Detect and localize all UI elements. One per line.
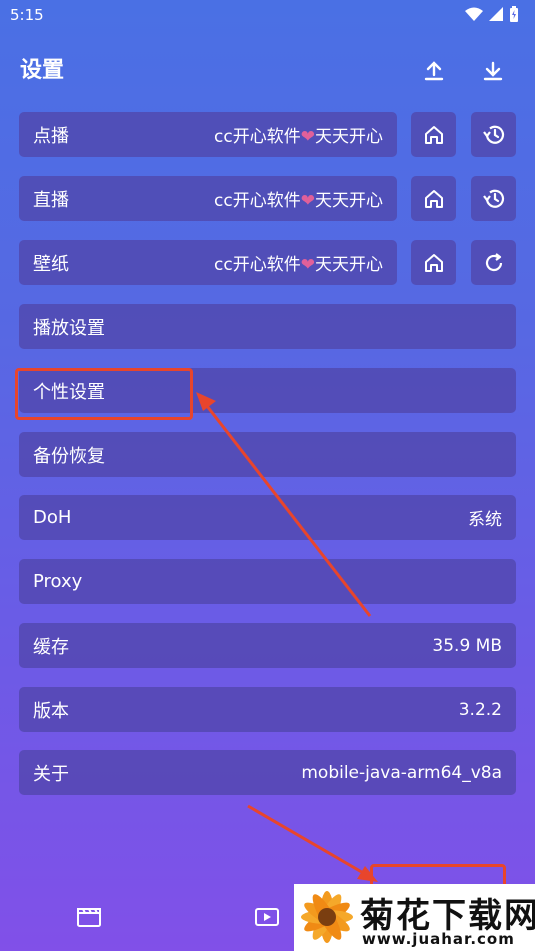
annotation-arrowhead (196, 392, 216, 411)
nav-home-button[interactable] (76, 906, 102, 928)
annotation-arrow (198, 396, 372, 617)
annotation-arrow (247, 804, 373, 880)
flower-logo (301, 891, 353, 943)
annotation-arrows (196, 392, 378, 882)
nav-live-button[interactable] (254, 906, 280, 928)
annotation-arrowhead (357, 866, 378, 882)
play-icon (255, 908, 279, 926)
watermark: 菊花下载网 www.juahar.com (294, 884, 535, 951)
clapperboard-icon (77, 908, 101, 927)
watermark-url: www.juahar.com (362, 930, 515, 948)
